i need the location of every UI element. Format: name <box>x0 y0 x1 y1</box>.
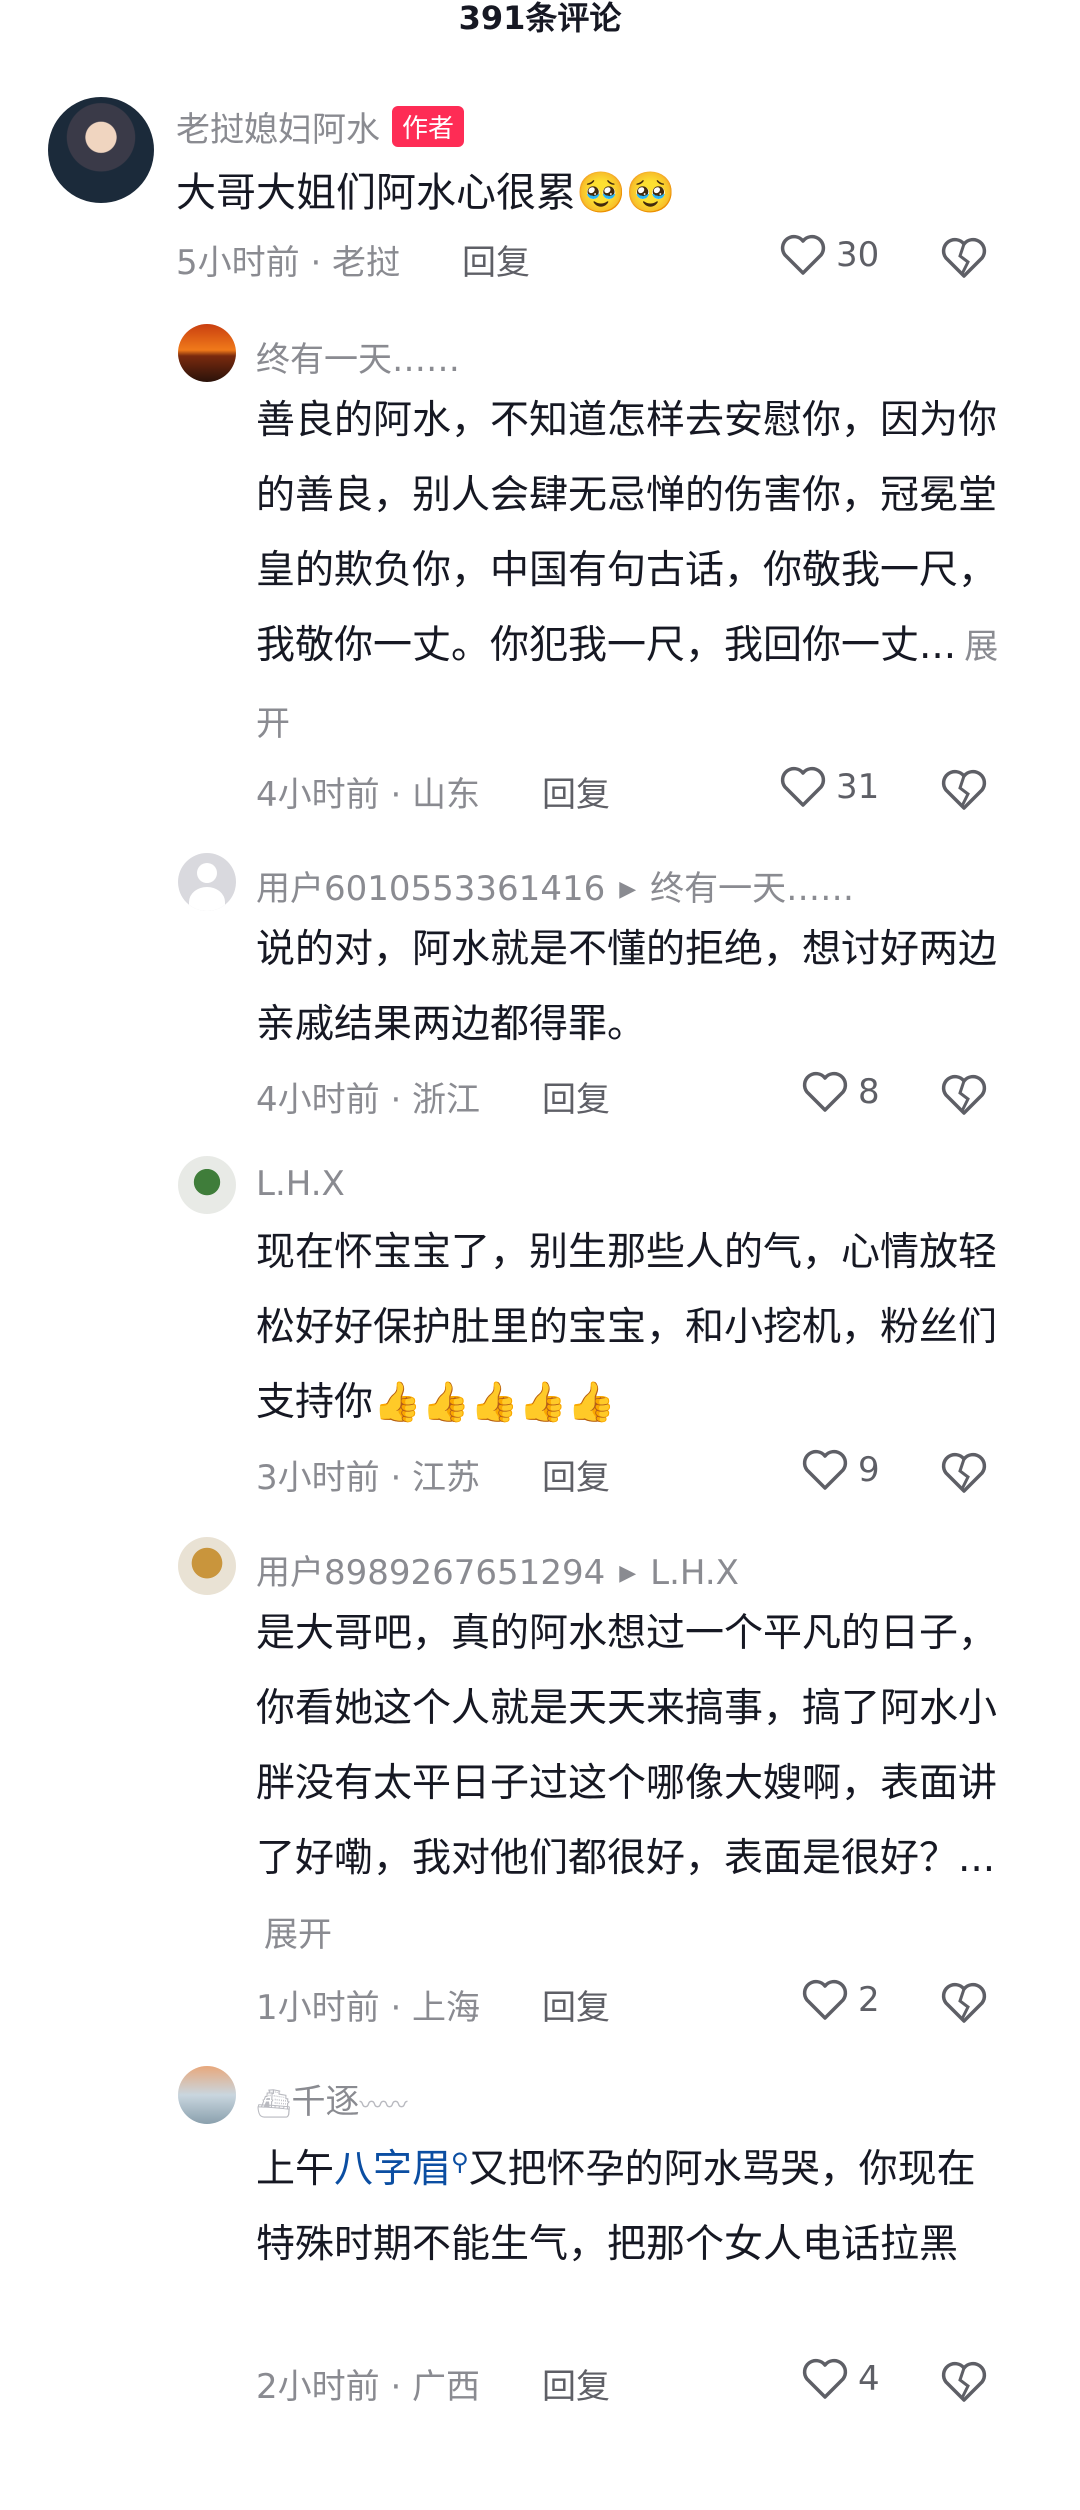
comment-meta: 2小时前 · 广西 <box>256 2367 481 2407</box>
reply-to-username[interactable]: L.H.X <box>650 1553 739 1593</box>
search-icon: ⚲ <box>451 2148 469 2176</box>
username-text[interactable]: 千逐 <box>292 2082 360 2122</box>
comment-username[interactable]: 用户8989267651294 ▶ L.H.X <box>256 1545 739 1594</box>
comment-username[interactable]: ⛴千逐〰〰 <box>256 2074 408 2123</box>
heart-outline-icon <box>802 1449 848 1490</box>
comment-text: 上午八字眉⚲又把怀孕的阿水骂哭，你现在特殊时期不能生气，把那个女人电话拉黑 <box>256 2125 1001 2282</box>
comment-username[interactable]: 老挝媳妇阿水 作者 <box>176 102 465 151</box>
expand-link[interactable]: 展开 <box>264 1915 332 1955</box>
username-text[interactable]: 老挝媳妇阿水 <box>176 110 380 150</box>
like-button[interactable]: 8 <box>800 1070 880 1114</box>
like-count: 4 <box>858 2359 880 2399</box>
like-button[interactable]: 9 <box>800 1448 880 1492</box>
reply-button[interactable]: 回复 <box>542 1980 610 2029</box>
heart-outline-icon <box>780 234 826 275</box>
comment-meta: 1小时前 · 上海 <box>256 1988 481 2028</box>
like-count: 8 <box>858 1072 880 1112</box>
comment-text: 说的对，阿水就是不懂的拒绝，想讨好两边亲戚结果两边都得罪。 <box>256 927 998 1047</box>
comment-text-body: 善良的阿水，不知道怎样去安慰你，因为你的善良，别人会肆无忌惮的伤害你，冠冕堂皇的… <box>256 398 998 668</box>
mention-link[interactable]: 八字眉⚲ <box>334 2147 469 2192</box>
reply-button[interactable]: 回复 <box>542 1072 610 1121</box>
broken-heart-icon[interactable] <box>940 236 988 280</box>
comment-username[interactable]: 终有一天…… <box>256 332 460 381</box>
avatar[interactable] <box>178 853 236 911</box>
avatar[interactable] <box>178 1537 236 1595</box>
reply-button[interactable]: 回复 <box>542 767 610 816</box>
avatar[interactable] <box>48 97 154 203</box>
comment-text: 现在怀宝宝了，别生那些人的气，心情放轻松好好保护肚里的宝宝，和小挖机，粉丝们支持… <box>256 1230 998 1425</box>
comment-text: 大哥大姐们阿水心很累🥹🥹 <box>176 170 676 216</box>
mention-text[interactable]: 八字眉 <box>334 2147 451 2192</box>
avatar[interactable] <box>178 1156 236 1214</box>
play-triangle-icon: ▶ <box>619 1561 637 1586</box>
comment-username[interactable]: L.H.X <box>256 1164 345 1204</box>
username-text[interactable]: 用户8989267651294 <box>256 1553 605 1593</box>
avatar[interactable] <box>178 2066 236 2124</box>
like-count: 2 <box>858 1980 880 2020</box>
heart-outline-icon <box>802 1979 848 2020</box>
comment-text: 善良的阿水，不知道怎样去安慰你，因为你的善良，别人会肆无忌惮的伤害你，冠冕堂皇的… <box>256 383 1001 762</box>
comment-meta: 4小时前 · 山东 <box>256 775 481 815</box>
play-triangle-icon: ▶ <box>619 877 637 902</box>
comment-username[interactable]: 用户6010553361416 ▶ 终有一天…… <box>256 861 854 910</box>
reply-button[interactable]: 回复 <box>542 1450 610 1499</box>
like-count: 30 <box>836 235 880 275</box>
ship-icon: ⛴ <box>256 2087 292 2120</box>
comment-text: 是大哥吧，真的阿水想过一个平凡的日子，你看她这个人就是天天来搞事，搞了阿水小胖没… <box>256 1596 1001 1973</box>
broken-heart-icon[interactable] <box>940 1981 988 2025</box>
broken-heart-icon[interactable] <box>940 1073 988 1117</box>
like-button[interactable]: 4 <box>800 2357 880 2401</box>
comment-meta: 5小时前 · 老挝 <box>176 243 401 283</box>
reply-to-username[interactable]: 终有一天…… <box>650 869 854 909</box>
reply-button[interactable]: 回复 <box>462 235 530 284</box>
like-button[interactable]: 31 <box>778 765 879 809</box>
username-text[interactable]: 用户6010553361416 <box>256 869 605 909</box>
broken-heart-icon[interactable] <box>940 2360 988 2404</box>
heart-outline-icon <box>802 1071 848 1112</box>
comment-meta: 3小时前 · 江苏 <box>256 1458 481 1498</box>
like-count: 31 <box>836 767 880 807</box>
broken-heart-icon[interactable] <box>940 768 988 812</box>
wing-decoration-icon: 〰〰 <box>359 2091 408 2119</box>
avatar[interactable] <box>178 324 236 382</box>
comment-text-body: 是大哥吧，真的阿水想过一个平凡的日子，你看她这个人就是天天来搞事，搞了阿水小胖没… <box>256 1611 998 1881</box>
author-badge: 作者 <box>392 106 465 147</box>
comment-count-title: 391条评论 <box>458 0 622 37</box>
reply-button[interactable]: 回复 <box>542 2359 610 2408</box>
comment-text-before: 上午 <box>256 2147 335 2192</box>
like-button[interactable]: 2 <box>800 1978 880 2022</box>
like-count: 9 <box>858 1450 880 1490</box>
heart-outline-icon <box>780 766 826 807</box>
heart-outline-icon <box>802 2358 848 2399</box>
broken-heart-icon[interactable] <box>940 1451 988 1495</box>
like-button[interactable]: 30 <box>778 233 879 277</box>
comment-meta: 4小时前 · 浙江 <box>256 1080 481 1120</box>
